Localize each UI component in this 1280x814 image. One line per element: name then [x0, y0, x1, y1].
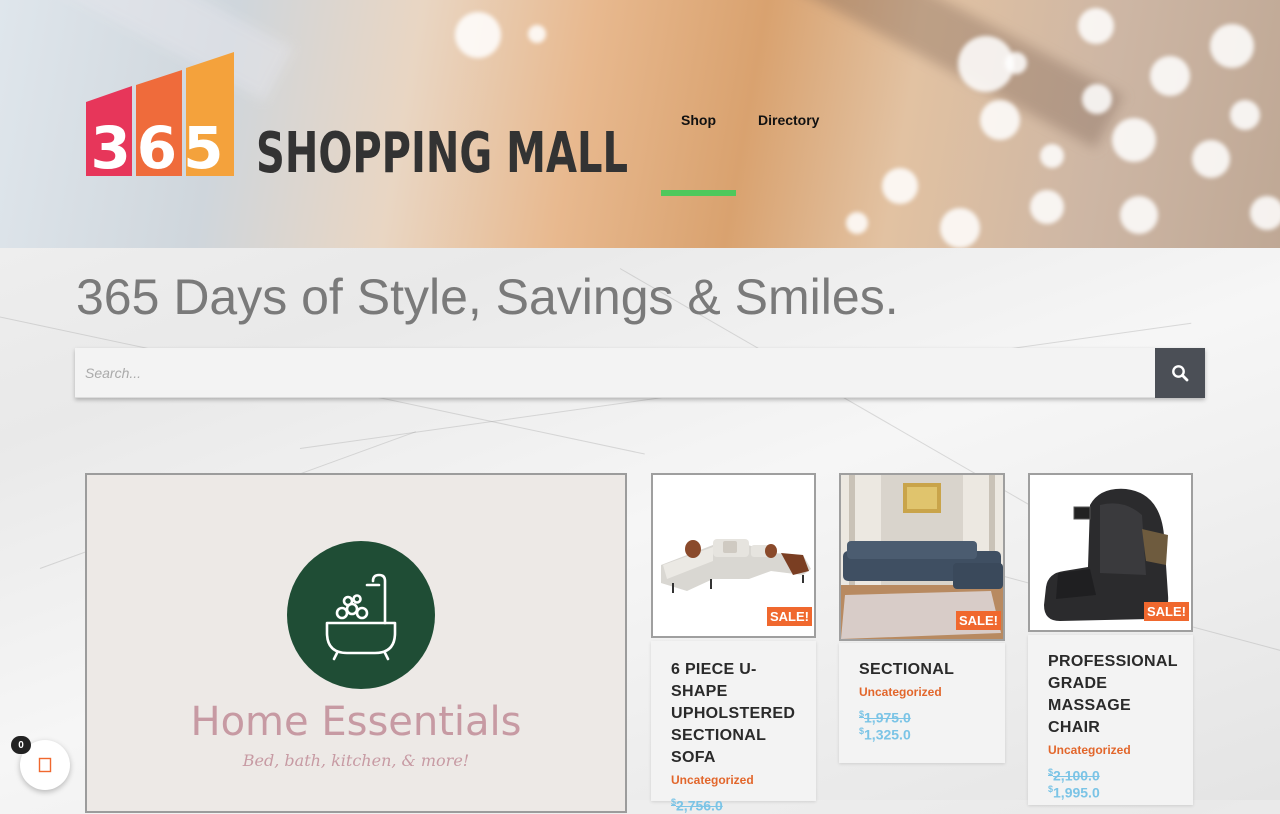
product-category[interactable]: Uncategorized	[671, 773, 796, 787]
sale-badge: SALE!	[956, 611, 1001, 630]
sale-badge: SALE!	[767, 607, 812, 626]
product-info: SECTIONAL Uncategorized $1,975.0 $1,325.…	[839, 643, 1005, 763]
logo-text: SHOPPING MALL	[256, 121, 628, 178]
banner-title: Home Essentials	[190, 699, 522, 745]
price-sale-value: 1,995.0	[1053, 784, 1100, 801]
price-original-value: 1,975.0	[864, 709, 911, 726]
product-title[interactable]: SECTIONAL	[859, 659, 985, 681]
price-original-value: 2,756.0	[676, 797, 723, 814]
search-button[interactable]	[1155, 348, 1205, 398]
site-logo[interactable]: 365 SHOPPING MALL	[84, 52, 632, 186]
price-sale-value: 1,325.0	[864, 726, 911, 743]
price-sale: $1,325.0	[859, 726, 985, 743]
product-info: PROFESSIONAL GRADE MASSAGE CHAIR Uncateg…	[1028, 635, 1193, 805]
header-hero: 365 SHOPPING MALL Shop Directory	[0, 0, 1280, 248]
cart-count-badge: 0	[11, 736, 31, 754]
logo-graphic: 365 SHOPPING MALL	[86, 52, 628, 186]
nav-shop[interactable]: Shop	[660, 104, 737, 196]
banner-subtitle: Bed, bath, kitchen, & more!	[242, 751, 470, 770]
price-sale: $1,995.0	[1048, 784, 1173, 801]
search-input[interactable]	[75, 348, 1155, 398]
page-tagline: 365 Days of Style, Savings & Smiles.	[76, 269, 899, 325]
price-original: $2,100.0	[1048, 767, 1173, 784]
bathtub-icon	[325, 573, 397, 661]
nav-directory-label: Directory	[758, 112, 820, 128]
price-original: $1,975.0	[859, 709, 985, 726]
product-category[interactable]: Uncategorized	[1048, 743, 1173, 757]
product-title[interactable]: 6 PIECE U-SHAPE UPHOLSTERED SECTIONAL SO…	[671, 659, 796, 769]
nav-shop-label: Shop	[681, 112, 716, 128]
bathtub-circle	[287, 541, 435, 689]
search-icon	[1172, 365, 1189, 382]
home-essentials-banner[interactable]: Home Essentials Bed, bath, kitchen, & mo…	[85, 473, 627, 813]
price-original: $2,756.0	[671, 797, 796, 814]
sale-badge: SALE!	[1144, 602, 1189, 621]
nav-directory[interactable]: Directory	[737, 104, 840, 136]
main-nav: Shop Directory	[660, 104, 840, 196]
search-bar	[75, 348, 1205, 398]
logo-number: 365	[90, 114, 229, 178]
product-info: 6 PIECE U-SHAPE UPHOLSTERED SECTIONAL SO…	[651, 641, 816, 814]
shopping-bag-icon	[38, 757, 52, 773]
product-title[interactable]: PROFESSIONAL GRADE MASSAGE CHAIR	[1048, 651, 1177, 739]
price-original-value: 2,100.0	[1053, 767, 1100, 784]
product-category[interactable]: Uncategorized	[859, 685, 985, 699]
